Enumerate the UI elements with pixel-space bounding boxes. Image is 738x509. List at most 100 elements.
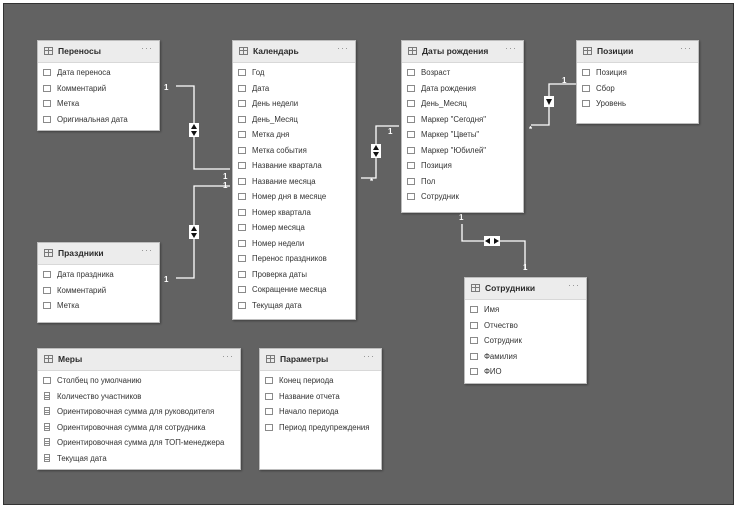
field-row[interactable]: Метка события <box>233 143 355 159</box>
cardinality-label: 1 <box>562 76 567 85</box>
model-canvas: 1 1 1 1 1 * 1 * 1 1 Переносы ··· Дата пе… <box>3 3 734 505</box>
field-row[interactable]: Возраст <box>402 65 523 81</box>
table-title: Параметры <box>280 354 329 364</box>
field-row[interactable]: День_Месяц <box>233 112 355 128</box>
field-row[interactable]: Оригинальная дата <box>38 112 159 128</box>
relationship-line-daty-sotrudniki[interactable] <box>461 224 526 269</box>
table-header[interactable]: Даты рождения ··· <box>402 41 523 63</box>
field-row[interactable]: Столбец по умолчанию <box>38 373 240 389</box>
table-icon <box>44 355 53 363</box>
field-row[interactable]: Сбор <box>577 81 698 97</box>
relationship-line-perenosy-kalendar[interactable] <box>176 85 230 170</box>
field-row[interactable]: Номер квартала <box>233 205 355 221</box>
field-row[interactable]: Отчество <box>465 318 586 334</box>
field-row[interactable]: Имя <box>465 302 586 318</box>
field-row[interactable]: Позиция <box>402 158 523 174</box>
field-label: Название квартала <box>252 161 322 170</box>
field-row[interactable]: Название месяца <box>233 174 355 190</box>
more-options-icon[interactable]: ··· <box>141 43 153 53</box>
more-options-icon[interactable]: ··· <box>505 43 517 53</box>
field-row[interactable]: Проверка даты <box>233 267 355 283</box>
field-row[interactable]: День недели <box>233 96 355 112</box>
table-card-pozicii[interactable]: Позиции ··· Позиция Сбор Уровень <box>576 40 699 124</box>
table-card-daty-rozhdeniya[interactable]: Даты рождения ··· Возраст Дата рождения … <box>401 40 524 213</box>
field-row[interactable]: Ориентировочная сумма для руководителя <box>38 404 240 420</box>
field-row[interactable]: Комментарий <box>38 81 159 97</box>
table-card-sotrudniki[interactable]: Сотрудники ··· Имя Отчество Сотрудник Фа… <box>464 277 587 384</box>
field-row[interactable]: Комментарий <box>38 283 159 299</box>
field-label: Комментарий <box>57 285 107 295</box>
column-icon <box>582 69 590 76</box>
more-options-icon[interactable]: ··· <box>568 280 580 290</box>
field-row[interactable]: Название квартала <box>233 158 355 174</box>
field-row[interactable]: Конец периода <box>260 373 381 389</box>
field-row[interactable]: Фамилия <box>465 349 586 365</box>
more-options-icon[interactable]: ··· <box>680 43 692 53</box>
table-card-mery[interactable]: Меры ··· Столбец по умолчанию Количество… <box>37 348 241 470</box>
field-row[interactable]: Период предупреждения <box>260 420 381 436</box>
column-icon <box>470 352 478 360</box>
field-row[interactable]: Номер месяца <box>233 220 355 236</box>
field-row[interactable]: Уровень <box>577 96 698 112</box>
field-row[interactable]: Маркер "Цветы" <box>402 127 523 143</box>
more-options-icon[interactable]: ··· <box>337 43 349 53</box>
column-icon <box>265 392 273 400</box>
field-row[interactable]: Номер недели <box>233 236 355 252</box>
field-row[interactable]: ФИО <box>465 364 586 380</box>
field-row[interactable]: Сотрудник <box>402 189 523 205</box>
field-row[interactable]: Метка <box>38 298 159 314</box>
more-options-icon[interactable]: ··· <box>363 351 375 361</box>
cardinality-label: * <box>529 125 533 134</box>
field-label: Сотрудник <box>421 192 459 201</box>
field-label: Дата переноса <box>57 68 111 77</box>
table-header[interactable]: Параметры ··· <box>260 349 381 371</box>
field-row[interactable]: Сотрудник <box>465 333 586 349</box>
field-row[interactable]: Метка дня <box>233 127 355 143</box>
cardinality-label: 1 <box>523 263 528 272</box>
table-header[interactable]: Праздники ··· <box>38 243 159 265</box>
field-row[interactable]: Дата <box>233 81 355 97</box>
field-label: Сотрудник <box>484 336 522 345</box>
table-header[interactable]: Переносы ··· <box>38 41 159 63</box>
field-label: Дата рождения <box>421 83 477 93</box>
column-icon <box>582 84 590 92</box>
field-row[interactable]: Маркер "Сегодня" <box>402 112 523 128</box>
relationship-line-prazdniki-kalendar[interactable] <box>176 185 230 279</box>
more-options-icon[interactable]: ··· <box>222 351 234 361</box>
field-row[interactable]: Пол <box>402 174 523 190</box>
column-icon <box>407 177 415 185</box>
field-row[interactable]: День_Месяц <box>402 96 523 112</box>
field-row[interactable]: Год <box>233 65 355 81</box>
field-row[interactable]: Текущая дата <box>38 451 240 467</box>
cardinality-label: 1 <box>223 181 228 190</box>
table-header[interactable]: Позиции ··· <box>577 41 698 63</box>
field-label: Номер дня в месяце <box>252 192 327 201</box>
field-row[interactable]: Дата рождения <box>402 81 523 97</box>
field-row[interactable]: Метка <box>38 96 159 112</box>
table-card-perenosy[interactable]: Переносы ··· Дата переноса Комментарий М… <box>37 40 160 131</box>
more-options-icon[interactable]: ··· <box>141 245 153 255</box>
field-row[interactable]: Ориентировочная сумма для сотрудника <box>38 420 240 436</box>
field-row[interactable]: Перенос праздников <box>233 251 355 267</box>
field-row[interactable]: Дата переноса <box>38 65 159 81</box>
cardinality-label: 1 <box>459 213 464 222</box>
field-label: Комментарий <box>57 83 107 93</box>
field-row[interactable]: Номер дня в месяце <box>233 189 355 205</box>
field-row[interactable]: Текущая дата <box>233 298 355 314</box>
table-header[interactable]: Меры ··· <box>38 349 240 371</box>
table-card-prazdniki[interactable]: Праздники ··· Дата праздника Комментарий… <box>37 242 160 323</box>
field-row[interactable]: Дата праздника <box>38 267 159 283</box>
field-row[interactable]: Позиция <box>577 65 698 81</box>
field-row[interactable]: Ориентировочная сумма для ТОП-менеджера <box>38 435 240 451</box>
table-card-parametry[interactable]: Параметры ··· Конец периода Название отч… <box>259 348 382 470</box>
field-row[interactable]: Начало периода <box>260 404 381 420</box>
table-header[interactable]: Календарь ··· <box>233 41 355 63</box>
field-label: Сокращение месяца <box>252 285 327 294</box>
field-row[interactable]: Маркер "Юбилей" <box>402 143 523 159</box>
table-title: Праздники <box>58 248 104 258</box>
field-row[interactable]: Количество участников <box>38 389 240 405</box>
field-row[interactable]: Сокращение месяца <box>233 282 355 298</box>
table-card-kalendar[interactable]: Календарь ··· Год Дата День недели День_… <box>232 40 356 320</box>
table-header[interactable]: Сотрудники ··· <box>465 278 586 300</box>
field-row[interactable]: Название отчета <box>260 389 381 405</box>
